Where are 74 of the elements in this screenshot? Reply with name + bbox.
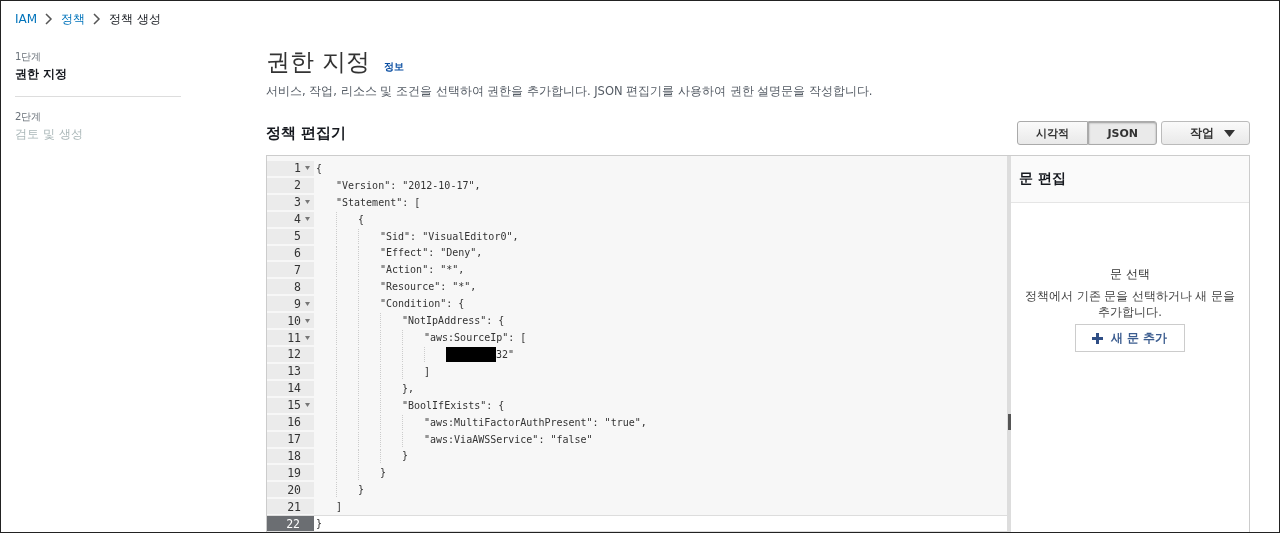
code-text: "aws:MultiFactorAuthPresent": "true", [424, 416, 647, 428]
scrollbar-handle[interactable] [1008, 414, 1011, 430]
line-number: 15 [287, 398, 301, 413]
breadcrumb-current: 정책 생성 [109, 10, 161, 28]
step-number: 1단계 [15, 50, 43, 64]
code-text: { [358, 213, 365, 225]
code-editor[interactable] [266, 156, 1011, 532]
fold-icon[interactable] [305, 335, 310, 340]
line-number: 6 [294, 246, 301, 260]
line-number: 17 [287, 432, 301, 447]
code-text: "Version": "2012-10-17", [336, 179, 481, 191]
add-statement-button[interactable]: 새 문 추가 [1075, 324, 1185, 353]
line-number: 18 [287, 448, 301, 463]
code-text: "NotIpAddress": { [402, 315, 505, 327]
actions-button[interactable]: 작업 [1161, 121, 1250, 145]
editor-title: 정책 편집기 [266, 123, 347, 143]
code-text: "Effect": "Deny", [380, 247, 483, 259]
page-description: 서비스, 작업, 리소스 및 조건을 선택하여 권한을 추가합니다. JSON 편집기를 사용하여 권한 설명문을 작성합니다. [266, 84, 874, 99]
step-label[interactable]: 권한 지정 [15, 66, 181, 83]
code-text: "aws:SourceIp": [ [424, 332, 527, 343]
caret-icon [1224, 129, 1235, 137]
empty-description: 정책에서 기존 문을 선택하거나 새 문을 추가합니다. [1023, 288, 1237, 321]
info-link[interactable]: 정보 [383, 60, 404, 74]
line-number: 20 [287, 482, 301, 497]
code-text: "Sid": "VisualEditor0", [380, 230, 519, 242]
chevron-icon [93, 13, 102, 25]
code-text: "Action": "*", [380, 264, 465, 276]
code-text: } [316, 518, 323, 530]
breadcrumb-link[interactable]: 정책 [61, 10, 86, 28]
fold-icon[interactable] [305, 301, 310, 306]
step-number: 2단계 [15, 110, 43, 124]
panel-title: 문 편집 [1019, 170, 1066, 188]
breadcrumb-link[interactable]: IAM [15, 12, 38, 26]
line-number: 2 [294, 178, 301, 193]
line-number: 11 [287, 330, 301, 345]
line-number: 12 [287, 347, 301, 362]
code-text: "Resource": "*", [380, 281, 477, 293]
chevron-icon [45, 13, 54, 25]
line-number: 4 [294, 212, 301, 227]
line-number: 8 [294, 279, 301, 294]
fold-icon[interactable] [305, 318, 310, 323]
line-number: 19 [287, 465, 301, 480]
plus-icon [1092, 332, 1104, 344]
code-text: }, [402, 382, 415, 394]
code-text: } [380, 467, 387, 479]
line-number: 10 [287, 313, 301, 328]
code-text: ] [424, 365, 431, 377]
code-text: "BoolIfExists": { [402, 399, 505, 411]
code-text: { [316, 162, 323, 174]
line-number: 9 [294, 296, 301, 311]
code-text: "aws:ViaAWSService": "false" [424, 433, 593, 445]
line-number: 16 [287, 415, 301, 430]
line-number: 5 [294, 229, 301, 244]
code-text: } [402, 450, 409, 462]
fold-icon[interactable] [305, 217, 310, 222]
code-text: ] [336, 501, 343, 513]
line-number: 14 [287, 381, 301, 396]
mode-tab[interactable]: JSON [1088, 121, 1157, 145]
mode-tab[interactable]: 시각적 [1017, 121, 1089, 145]
code-text: "Statement": [ [336, 196, 421, 208]
page-title: 권한 지정 [266, 47, 370, 78]
fold-icon[interactable] [305, 403, 310, 408]
line-number: 3 [294, 195, 301, 210]
line-number: 1 [294, 161, 301, 176]
line-number: 7 [294, 262, 301, 277]
line-number: 21 [287, 499, 301, 514]
fold-icon[interactable] [305, 200, 310, 205]
line-number: 13 [287, 364, 301, 379]
empty-title: 문 선택 [1110, 267, 1150, 282]
fold-icon[interactable] [305, 166, 310, 171]
line-number: 22 [286, 516, 300, 531]
code-text: } [358, 484, 365, 496]
code-text: "Condition": { [380, 298, 465, 310]
code-text: 32" [496, 348, 515, 360]
